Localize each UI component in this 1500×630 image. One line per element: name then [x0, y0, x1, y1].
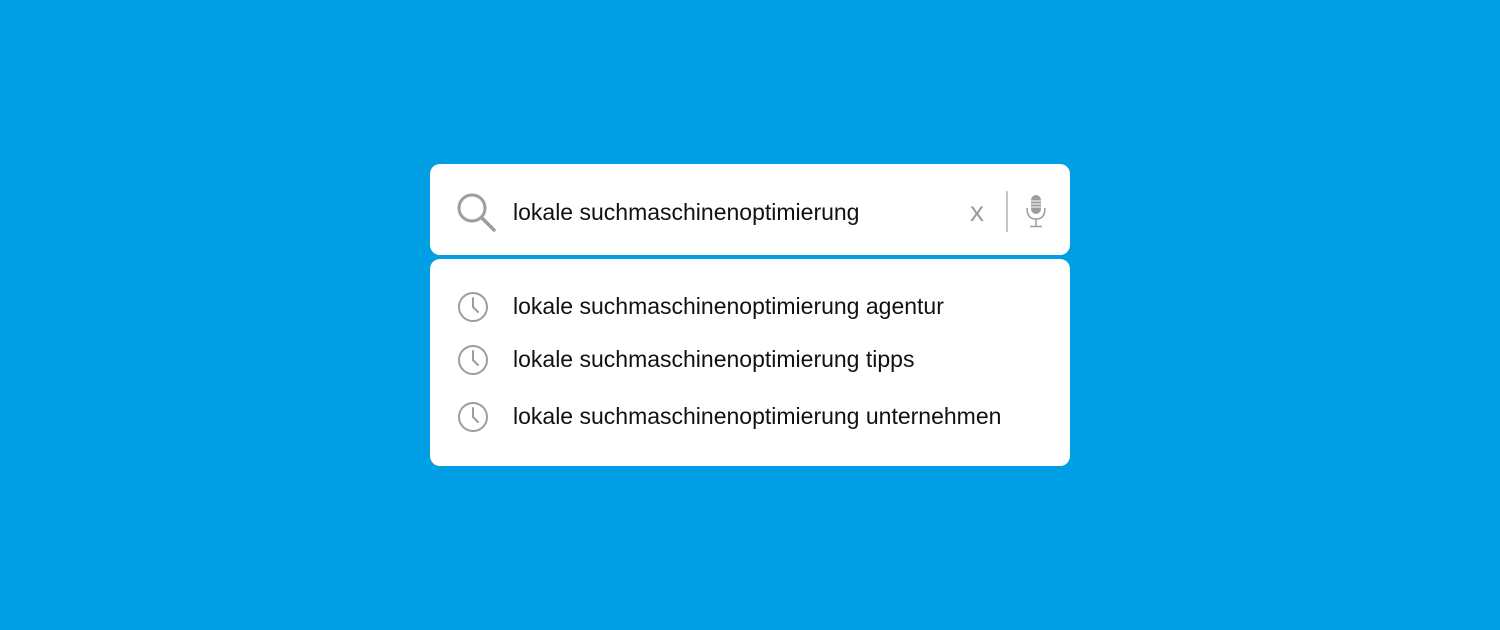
search-input[interactable] [513, 190, 943, 234]
clock-icon [456, 290, 490, 324]
divider [1006, 191, 1008, 232]
clear-button[interactable]: x [962, 192, 992, 232]
suggestion-label: lokale suchmaschinenoptimierung tipps [513, 346, 915, 372]
suggestion-label: lokale suchmaschinenoptimierung agentur [513, 293, 944, 319]
suggestion-item[interactable]: lokale suchmaschinenoptimierung agentur [456, 286, 1070, 326]
search-icon[interactable] [454, 190, 498, 234]
suggestion-item[interactable]: lokale suchmaschinenoptimierung tipps [456, 339, 1070, 379]
clock-icon [456, 343, 490, 377]
suggestion-label: lokale suchmaschinenoptimierung unterneh… [513, 403, 1002, 429]
clock-icon [456, 400, 490, 434]
microphone-icon[interactable] [1022, 193, 1050, 231]
suggestion-item[interactable]: lokale suchmaschinenoptimierung unterneh… [456, 396, 1070, 436]
